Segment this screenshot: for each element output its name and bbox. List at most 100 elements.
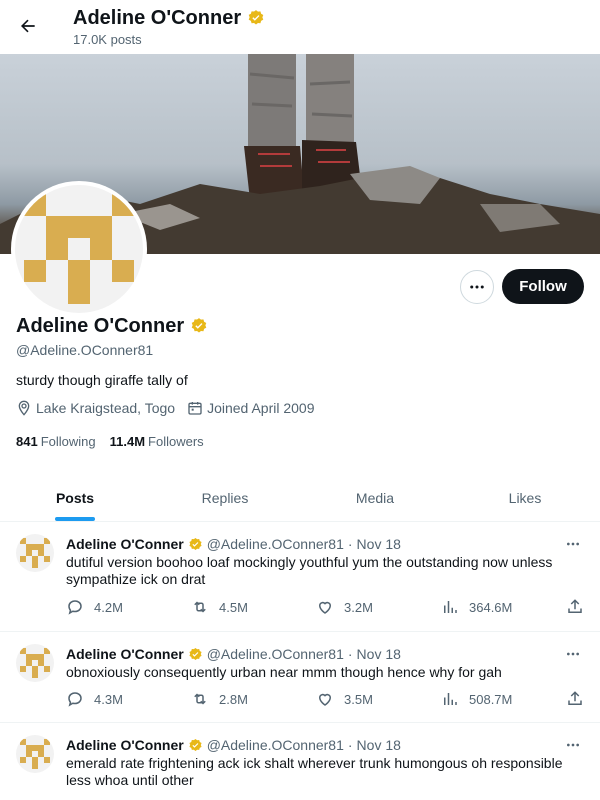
followers-label: Followers [148,434,204,449]
repost-count: 4.5M [219,599,248,615]
profile-tabs: Posts Replies Media Likes [0,474,600,522]
share-icon [568,691,582,705]
profile-name: Adeline O'Conner [16,313,208,339]
header-title: Adeline O'Conner [73,6,265,30]
tweet-separator: · [347,646,353,662]
reply-count: 4.2M [94,599,123,615]
tab-label: Media [355,489,395,506]
calendar-icon [188,402,202,415]
active-tab-indicator [55,517,95,521]
share-button[interactable] [566,598,584,616]
tab-likes[interactable]: Likes [450,474,600,521]
profile-name-text: Adeline O'Conner [16,315,185,337]
tweet-author-name[interactable]: Adeline O'Conner [66,646,184,662]
profile-handle: @Adeline.OConner81 [16,342,154,358]
back-arrow-icon [21,19,35,33]
tweet-author-name[interactable]: Adeline O'Conner [66,536,184,552]
tab-label: Likes [508,489,542,506]
verified-badge-icon [189,647,202,660]
repost-icon [194,693,206,705]
like-count: 3.5M [344,691,373,707]
following-link[interactable]: 841 Following [16,434,96,449]
profile-avatar[interactable] [11,181,147,317]
profile-more-button[interactable] [460,270,494,304]
identicon-avatar [20,739,50,769]
tweet-avatar[interactable] [16,534,54,572]
tweet-more-button[interactable] [563,646,583,662]
tweet-actions: 4.2M 4.5M 3.2M 364.6M [66,598,586,618]
tweet-author-handle[interactable]: @Adeline.OConner81 [207,737,344,753]
tab-label: Replies [201,489,249,506]
repost-count: 2.8M [219,691,248,707]
verified-badge-icon [189,537,202,550]
views-icon [444,601,457,613]
more-dots-icon [470,285,484,289]
tweet-separator: · [347,536,353,552]
like-button[interactable]: 3.2M [316,598,373,616]
views-button[interactable]: 364.6M [441,598,512,616]
follow-button[interactable]: Follow [502,269,584,304]
tweet-separator: · [347,737,353,753]
tab-replies[interactable]: Replies [150,474,300,521]
profile-bio: sturdy though giraffe tally of [16,372,188,388]
share-icon [568,599,582,613]
tweet[interactable]: Adeline O'Conner @Adeline.OConner81 · No… [0,723,600,800]
tweet-avatar[interactable] [16,735,54,773]
tweet-avatar[interactable] [16,644,54,682]
like-icon [318,601,332,614]
verified-badge-icon [191,318,207,333]
verified-badge-icon [189,738,202,751]
followers-count: 11.4M [109,434,146,449]
reply-count: 4.3M [94,691,123,707]
following-count: 841 [16,434,38,449]
tab-posts[interactable]: Posts [0,474,150,521]
tweet-date[interactable]: Nov 18 [357,737,401,753]
reply-button[interactable]: 4.3M [66,690,123,708]
tweet-header: Adeline O'Conner @Adeline.OConner81 · No… [66,737,401,753]
tweet-author-handle[interactable]: @Adeline.OConner81 [207,646,344,662]
tweet-date[interactable]: Nov 18 [357,646,401,662]
header-posts-count: 17.0K posts [73,32,142,47]
tweet-author-handle[interactable]: @Adeline.OConner81 [207,536,344,552]
identicon-avatar [24,194,134,304]
identicon-avatar [20,538,50,568]
reply-button[interactable]: 4.2M [66,598,123,616]
tweet[interactable]: Adeline O'Conner @Adeline.OConner81 · No… [0,632,600,723]
reply-icon [68,600,82,615]
tweet-date[interactable]: Nov 18 [357,536,401,552]
following-label: Following [40,434,96,449]
views-button[interactable]: 508.7M [441,690,512,708]
repost-button[interactable]: 4.5M [191,598,248,616]
profile-meta: Lake Kraigstead, Togo Joined April 2009 [16,400,315,416]
profile-location-text: Lake Kraigstead, Togo [36,400,176,416]
tweet-author-name[interactable]: Adeline O'Conner [66,737,184,753]
profile-stats: 841 Following 11.4M Followers [16,434,204,449]
tab-media[interactable]: Media [300,474,450,521]
more-dots-icon [567,542,579,546]
like-button[interactable]: 3.5M [316,690,373,708]
like-count: 3.2M [344,599,373,615]
tweet-text: dutiful version boohoo loaf mockingly yo… [66,554,553,587]
views-icon [444,693,457,705]
tweet-text: obnoxiously consequently urban near mmm … [66,664,502,680]
tweet-more-button[interactable] [563,737,583,753]
tab-label: Posts [55,489,95,506]
verified-badge-icon [248,10,264,25]
tweet[interactable]: Adeline O'Conner @Adeline.OConner81 · No… [0,522,600,632]
location-pin-icon [18,400,30,416]
repost-button[interactable]: 2.8M [191,690,248,708]
tweet-header: Adeline O'Conner @Adeline.OConner81 · No… [66,536,401,552]
tweet-actions: 4.3M 2.8M 3.5M 508.7M [66,690,586,710]
followers-link[interactable]: 11.4M Followers [110,434,204,449]
reply-icon [68,692,82,707]
more-dots-icon [567,652,579,656]
share-button[interactable] [566,690,584,708]
profile-joined-text: Joined April 2009 [207,400,315,416]
back-button[interactable] [14,12,42,40]
header-title-text: Adeline O'Conner [73,7,242,29]
tweet-more-button[interactable] [563,536,583,552]
views-count: 364.6M [469,599,513,615]
tweet-header: Adeline O'Conner @Adeline.OConner81 · No… [66,646,401,662]
more-dots-icon [567,743,579,747]
tweet-text: emerald rate frightening ack ick shalt w… [66,755,563,788]
